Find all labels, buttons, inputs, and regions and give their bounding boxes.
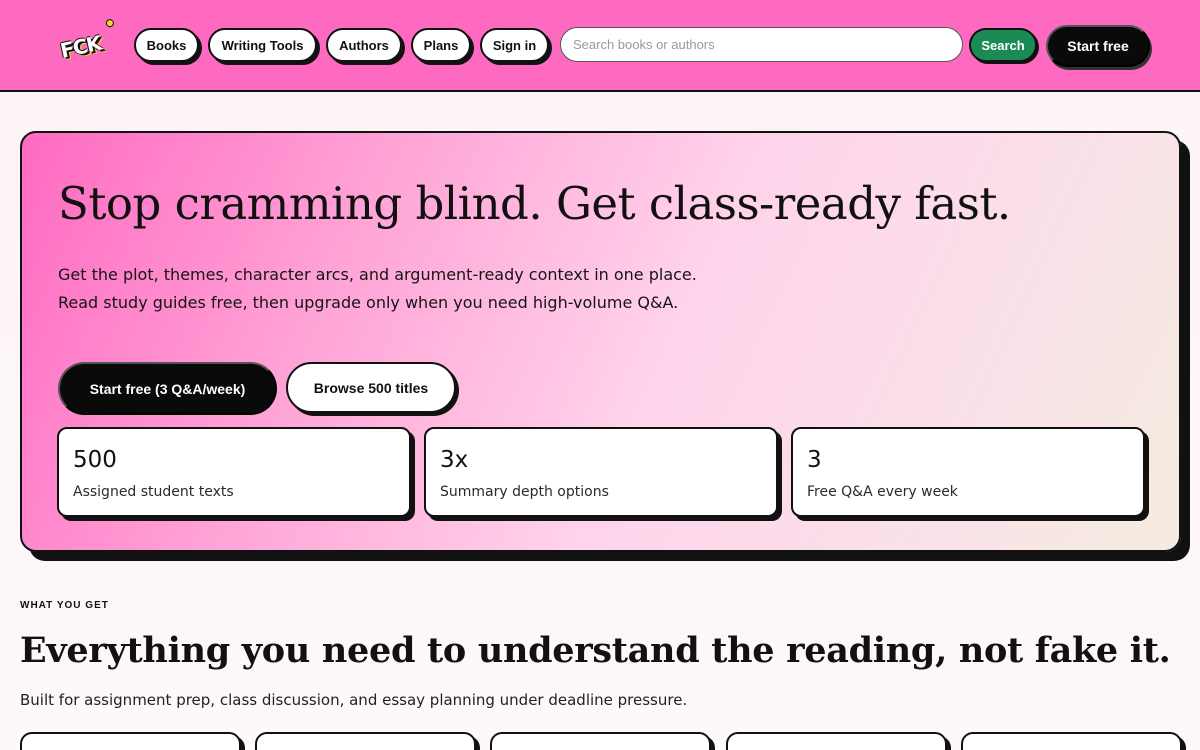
search-input[interactable] <box>560 27 963 62</box>
logo-spark-icon <box>105 18 115 28</box>
section-eyebrow: WHAT YOU GET <box>20 600 109 611</box>
stat-label: Free Q&A every week <box>807 484 958 500</box>
hero-title: Stop cramming blind. Get class-ready fas… <box>58 177 1011 230</box>
browse-titles-button[interactable]: Browse 500 titles <box>286 362 456 413</box>
stat-card-texts: 500 Assigned student texts <box>57 427 411 517</box>
feature-card <box>726 732 947 750</box>
nav-plans[interactable]: Plans <box>411 28 471 62</box>
nav-authors[interactable]: Authors <box>326 28 402 62</box>
stat-card-qa: 3 Free Q&A every week <box>791 427 1145 517</box>
feature-card <box>961 732 1182 750</box>
stat-value: 500 <box>73 447 117 473</box>
stat-label: Assigned student texts <box>73 484 234 500</box>
stat-value: 3 <box>807 447 822 473</box>
feature-card <box>255 732 476 750</box>
search-button[interactable]: Search <box>969 28 1037 62</box>
stat-label: Summary depth options <box>440 484 609 500</box>
start-free-cta-button[interactable]: Start free (3 Q&A/week) <box>58 362 277 415</box>
stat-value: 3x <box>440 447 469 473</box>
nav-writing-tools[interactable]: Writing Tools <box>208 28 317 62</box>
nav-sign-in[interactable]: Sign in <box>480 28 549 62</box>
nav-books[interactable]: Books <box>134 28 199 62</box>
section-title: Everything you need to understand the re… <box>20 630 1171 671</box>
logo-text: FCK <box>58 30 104 63</box>
feature-card <box>20 732 241 750</box>
feature-card <box>490 732 711 750</box>
stat-card-depth: 3x Summary depth options <box>424 427 778 517</box>
site-logo[interactable]: FCK <box>57 18 121 67</box>
hero-subtitle: Get the plot, themes, character arcs, an… <box>58 265 697 312</box>
hero-card: Stop cramming blind. Get class-ready fas… <box>20 131 1181 552</box>
site-header: FCK Books Writing Tools Authors Plans Si… <box>0 0 1200 92</box>
section-subtitle: Built for assignment prep, class discuss… <box>20 691 688 709</box>
header-start-free-button[interactable]: Start free <box>1046 25 1150 67</box>
